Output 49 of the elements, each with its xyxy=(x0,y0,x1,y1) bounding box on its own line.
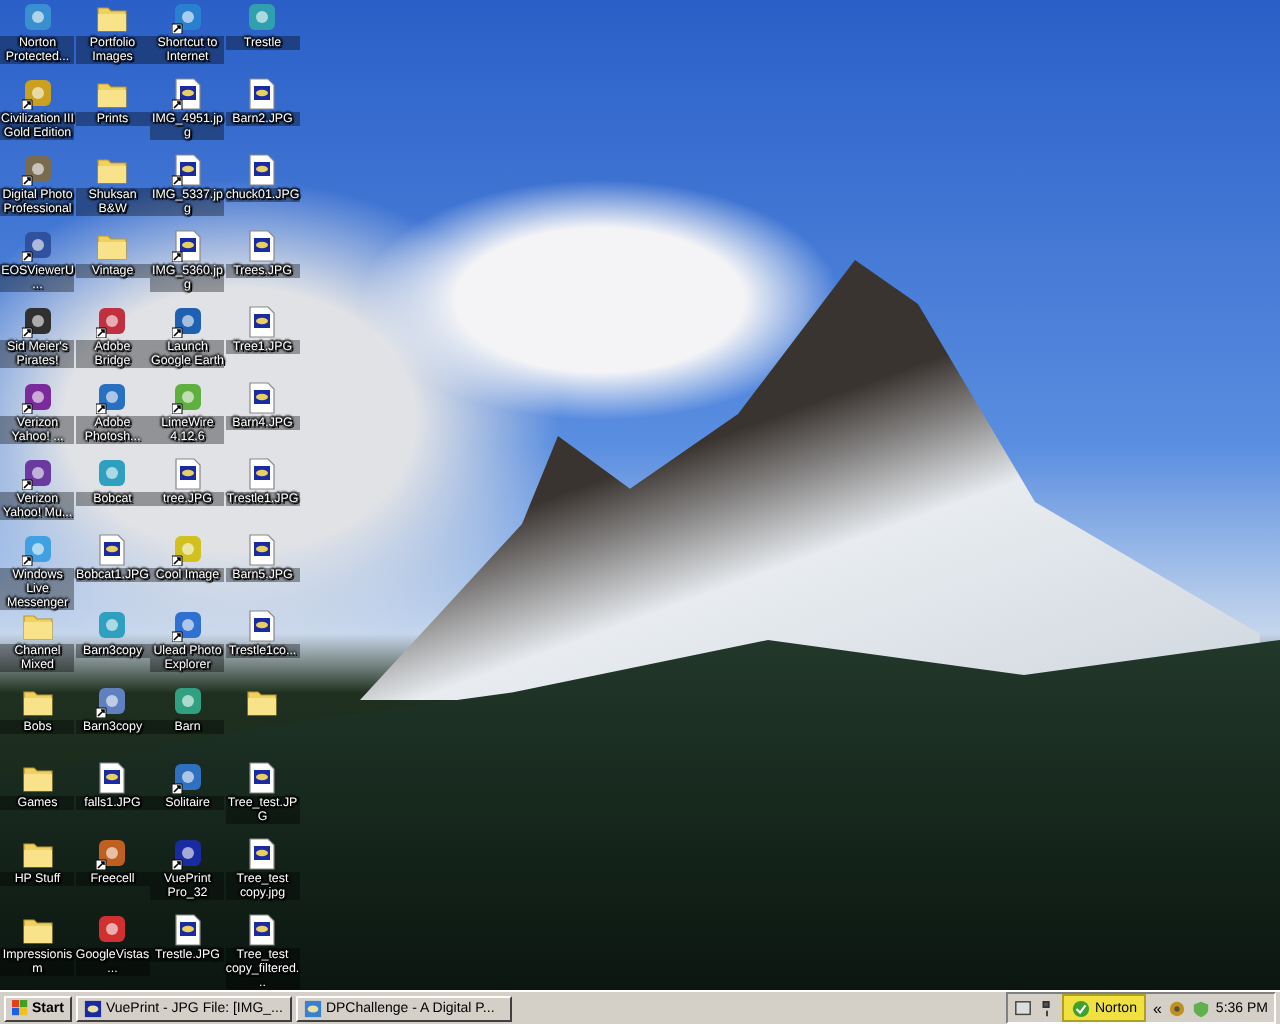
application-icon[interactable] xyxy=(96,382,129,414)
image-file-icon[interactable] xyxy=(246,914,279,946)
application-icon[interactable] xyxy=(171,838,204,870)
application-icon[interactable] xyxy=(171,610,204,642)
application-icon[interactable] xyxy=(96,686,129,718)
folder-icon[interactable] xyxy=(21,686,54,718)
application-icon[interactable] xyxy=(171,2,204,34)
monitor-icon[interactable] xyxy=(1014,999,1033,1017)
expand-tray-button[interactable]: « xyxy=(1152,999,1162,1017)
image-file-icon[interactable] xyxy=(171,914,204,946)
application-icon[interactable] xyxy=(171,306,204,338)
image-file-icon[interactable] xyxy=(246,534,279,566)
application-icon[interactable] xyxy=(21,382,54,414)
checkmark-icon xyxy=(1072,999,1091,1017)
application-icon[interactable] xyxy=(21,306,54,338)
application-icon[interactable] xyxy=(21,458,54,490)
folder-icon[interactable] xyxy=(21,838,54,870)
image-file-icon[interactable] xyxy=(246,78,279,110)
application-icon[interactable] xyxy=(171,382,204,414)
image-file-icon[interactable] xyxy=(171,78,204,110)
application-icon[interactable] xyxy=(171,686,204,718)
application-icon xyxy=(303,999,322,1017)
image-file-icon[interactable] xyxy=(246,762,279,794)
application-icon[interactable] xyxy=(96,838,129,870)
image-file-icon[interactable] xyxy=(246,838,279,870)
image-file-icon[interactable] xyxy=(246,458,279,490)
application-icon[interactable] xyxy=(96,914,129,946)
image-file-icon[interactable] xyxy=(246,382,279,414)
image-file-icon[interactable] xyxy=(96,762,129,794)
image-file-icon[interactable] xyxy=(246,154,279,186)
application-icon[interactable] xyxy=(21,230,54,262)
image-file-icon[interactable] xyxy=(246,230,279,262)
image-file-icon[interactable] xyxy=(171,458,204,490)
application-icon xyxy=(83,999,102,1017)
image-file-icon[interactable] xyxy=(96,534,129,566)
application-icon[interactable] xyxy=(21,154,54,186)
application-icon[interactable] xyxy=(171,762,204,794)
image-file-icon[interactable] xyxy=(246,306,279,338)
image-file-icon[interactable] xyxy=(246,610,279,642)
application-icon[interactable] xyxy=(21,534,54,566)
folder-icon[interactable] xyxy=(21,762,54,794)
folder-icon[interactable] xyxy=(21,914,54,946)
image-file-icon[interactable] xyxy=(171,230,204,262)
windows-logo-icon xyxy=(12,1000,28,1016)
application-icon[interactable] xyxy=(171,534,204,566)
image-file-icon[interactable] xyxy=(171,154,204,186)
application-icon[interactable] xyxy=(21,78,54,110)
application-icon[interactable] xyxy=(96,306,129,338)
folder-icon[interactable] xyxy=(246,686,279,718)
